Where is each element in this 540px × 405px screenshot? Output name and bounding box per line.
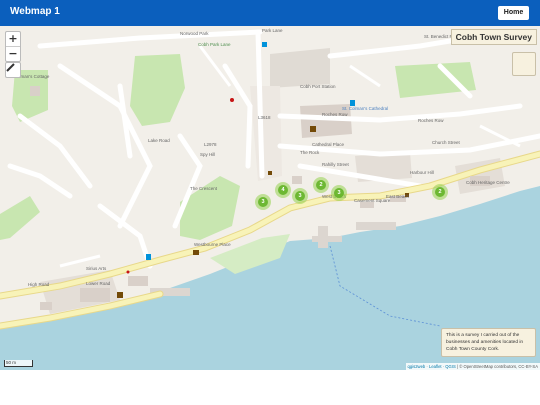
street-label-roches-row: Roches Row <box>322 112 348 117</box>
park-label-cobh-park: Cobh Park Lane <box>198 42 231 47</box>
zoom-out-button[interactable]: − <box>6 47 20 61</box>
cluster-count: 3 <box>295 191 305 201</box>
home-button[interactable]: Home <box>498 6 529 20</box>
marker-cluster[interactable]: 4 <box>275 182 291 198</box>
street-label-the-rock: The Rock <box>300 150 320 155</box>
cluster-count: 3 <box>334 188 344 198</box>
street-label-lower-road: Lower Road <box>86 281 111 286</box>
measure-ruler-icon[interactable] <box>5 62 21 78</box>
street-label-norwood: Norwood Park <box>180 31 209 36</box>
marker-cluster[interactable]: 2 <box>313 177 329 193</box>
app-header: Webmap 1 Home <box>0 0 540 26</box>
zoom-control: + − <box>5 31 21 62</box>
place-label-sirius-arts: Sirius Arts <box>86 266 107 271</box>
street-label-park-lane: Park Lane <box>262 28 283 33</box>
street-label-lake-road: Lake Road <box>148 138 170 143</box>
place-label-heritage-centre: Cobh Heritage Centre <box>466 180 510 185</box>
attribution-link-qgis[interactable]: QGIS <box>445 364 455 369</box>
marker-cluster[interactable]: 3 <box>331 185 347 201</box>
cluster-count: 2 <box>316 180 326 190</box>
attribution-text: | © OpenStreetMap contributors, CC-BY-SA <box>455 364 538 369</box>
street-label-harbour-hill: Harbour Hill <box>410 170 434 175</box>
marker-cluster[interactable]: 3 <box>292 188 308 204</box>
street-label-westbourne-place: Westbourne Place <box>194 242 231 247</box>
attribution-link-qgis2web[interactable]: qgis2web <box>408 364 426 369</box>
place-label-cathedral: St. Colman's Cathedral <box>342 106 389 111</box>
app-title: Webmap 1 <box>10 6 60 17</box>
attribution-link-leaflet[interactable]: Leaflet <box>429 364 442 369</box>
zoom-in-button[interactable]: + <box>6 32 20 46</box>
cluster-count: 3 <box>258 197 268 207</box>
marker-cluster[interactable]: 3 <box>255 194 271 210</box>
road-ref-l3618: L3618 <box>258 115 271 120</box>
map-view[interactable]: Norwood Park Park Lane Cobh Park Lane Ro… <box>0 26 540 370</box>
cluster-count: 2 <box>435 187 445 197</box>
street-label-rahilly-street: Rahilly Street <box>322 162 349 167</box>
place-label-station: Cobh Port Station <box>300 84 336 89</box>
marker-cluster[interactable]: 2 <box>432 184 448 200</box>
street-label-church-street: Church Street <box>432 140 460 145</box>
map-info-box: This is a survey I carried out of the bu… <box>441 328 536 357</box>
street-label-spy-hill: Spy Hill <box>200 152 216 157</box>
map-attribution: qgis2web · Leaflet · QGIS | © OpenStreet… <box>405 363 540 370</box>
street-label-roches-row-2: Roches Row <box>418 118 444 123</box>
map-title: Cobh Town Survey <box>450 29 537 45</box>
street-label-cathedral-place: Cathedral Place <box>312 142 345 147</box>
scale-bar: 50 m <box>4 360 33 367</box>
layers-control-icon[interactable] <box>512 52 536 76</box>
street-label-high-road: High Road <box>28 282 50 287</box>
cluster-count: 4 <box>278 185 288 195</box>
street-label-the-crescent: The Crescent <box>190 186 218 191</box>
road-ref-l2978: L2978 <box>204 142 217 147</box>
street-label-casement-square: Casement Square <box>354 198 391 203</box>
